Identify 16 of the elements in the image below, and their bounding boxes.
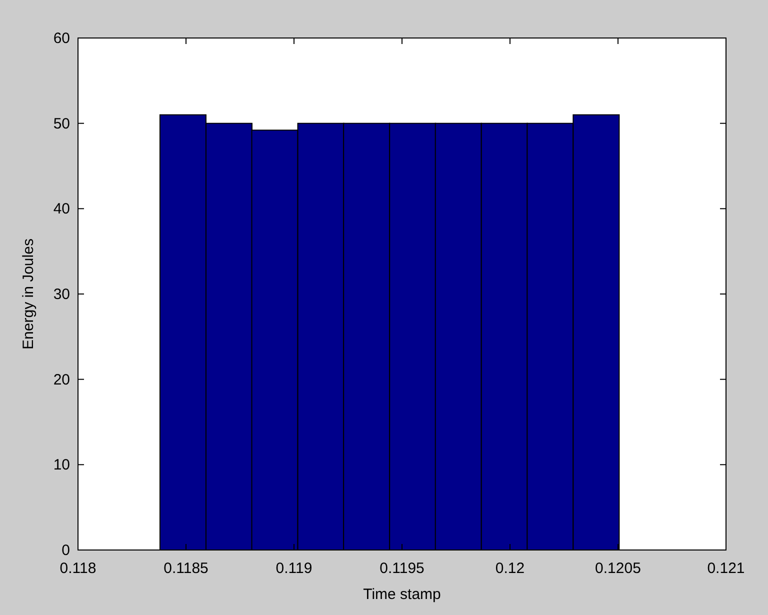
y-tick-label: 50 xyxy=(53,115,70,132)
y-tick-label: 0 xyxy=(62,542,70,559)
x-axis-label: Time stamp xyxy=(363,586,441,603)
y-tick-label: 10 xyxy=(53,456,70,474)
x-tick-label: 0.118 xyxy=(60,560,96,577)
x-tick-label: 0.1205 xyxy=(595,560,641,577)
y-axis-label: Energy in Joules xyxy=(20,238,37,350)
x-tick-label: 0.1185 xyxy=(164,560,208,577)
x-tick-label: 0.1195 xyxy=(380,560,424,577)
y-tick-label: 40 xyxy=(53,200,70,218)
y-tick-label: 60 xyxy=(53,30,70,47)
y-tick-label: 20 xyxy=(53,371,70,388)
x-tick-label: 0.12 xyxy=(495,560,525,577)
x-tick-label: 0.121 xyxy=(707,560,745,577)
x-tick-label: 0.119 xyxy=(276,560,312,577)
y-tick-label: 30 xyxy=(53,286,70,303)
